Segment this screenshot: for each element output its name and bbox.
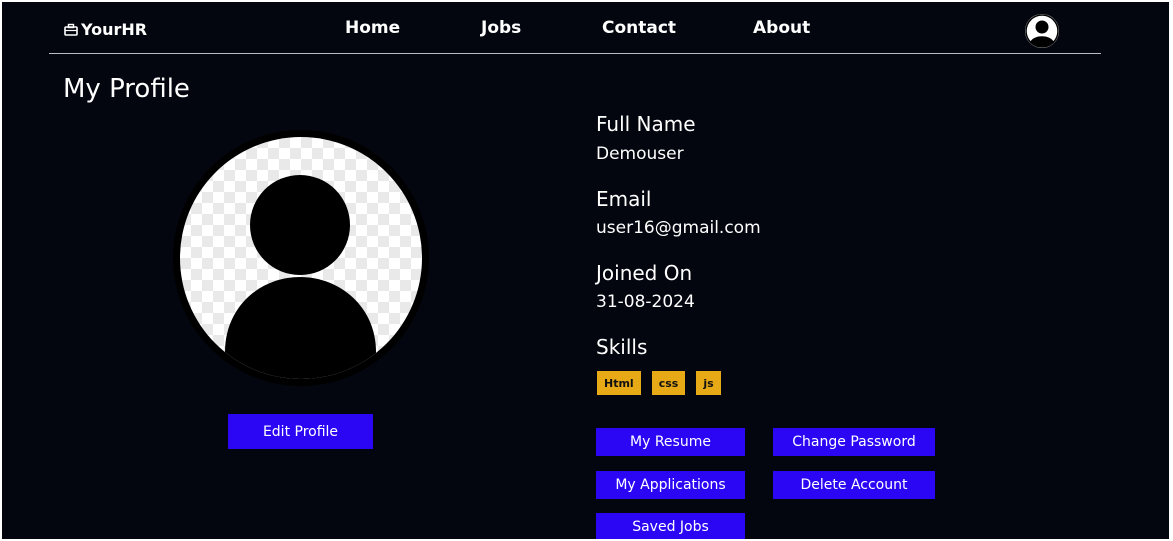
user-avatar-icon[interactable] — [1025, 14, 1059, 48]
navbar: YourHR Home Jobs Contact About — [49, 2, 1101, 54]
my-applications-button[interactable]: My Applications — [596, 471, 745, 499]
full-name-value: Demouser — [596, 144, 684, 164]
saved-jobs-button[interactable]: Saved Jobs — [596, 513, 745, 539]
skills-list: Html css js — [597, 371, 721, 395]
full-name-label: Full Name — [596, 112, 696, 136]
page-title: My Profile — [63, 74, 190, 104]
edit-profile-button[interactable]: Edit Profile — [228, 414, 373, 449]
nav-home-link[interactable]: Home — [345, 18, 400, 38]
nav-contact-link[interactable]: Contact — [602, 18, 676, 38]
skill-tag: css — [651, 371, 686, 395]
email-label: Email — [596, 187, 652, 211]
app-frame: YourHR Home Jobs Contact About My Profil… — [2, 2, 1169, 539]
skill-tag: Html — [597, 371, 641, 395]
delete-account-button[interactable]: Delete Account — [773, 471, 935, 499]
nav-about-link[interactable]: About — [753, 18, 810, 38]
my-resume-button[interactable]: My Resume — [596, 428, 745, 456]
skill-tag: js — [696, 371, 721, 395]
nav-jobs-link[interactable]: Jobs — [481, 18, 521, 38]
joined-on-label: Joined On — [596, 261, 693, 285]
briefcase-icon — [64, 23, 78, 36]
skills-label: Skills — [596, 335, 648, 359]
joined-on-value: 31-08-2024 — [596, 292, 695, 312]
brand-name: YourHR — [81, 20, 148, 39]
avatar-silhouette — [1025, 14, 1059, 48]
profile-picture — [173, 130, 429, 386]
brand-logo[interactable]: YourHR — [64, 20, 147, 39]
user-silhouette-icon — [180, 137, 422, 379]
change-password-button[interactable]: Change Password — [773, 428, 935, 456]
email-value: user16@gmail.com — [596, 218, 761, 238]
